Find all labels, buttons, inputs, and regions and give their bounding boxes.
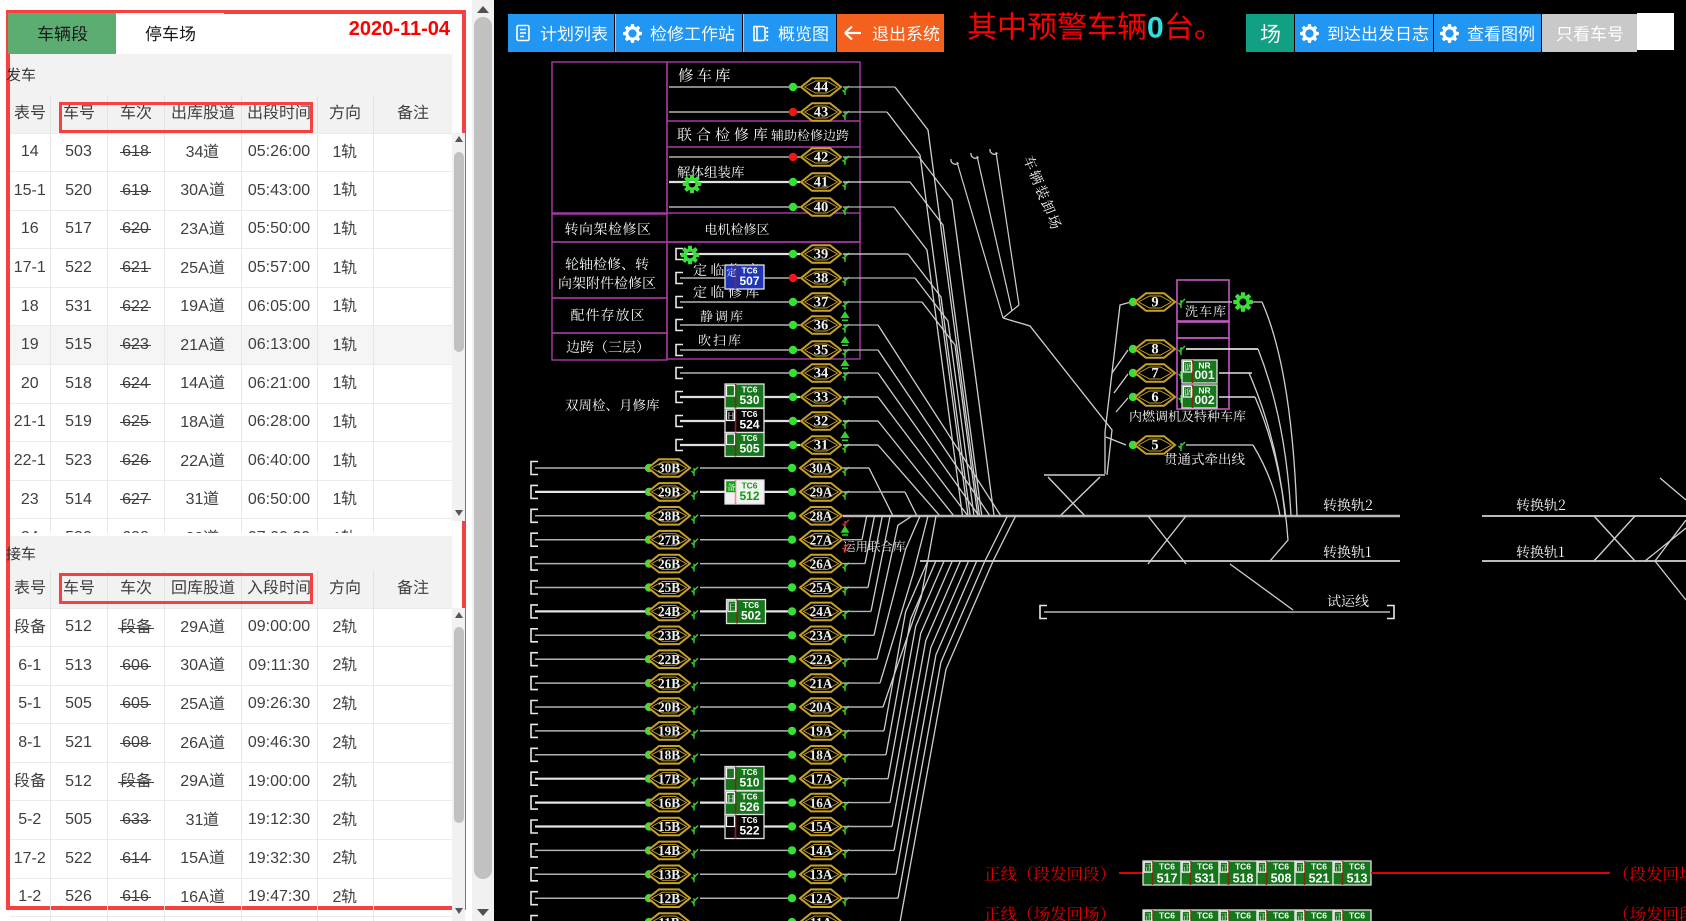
- svg-text:TC6: TC6: [1197, 862, 1213, 872]
- svg-text:28B: 28B: [658, 509, 680, 524]
- svg-text:TC6: TC6: [1159, 911, 1175, 921]
- svg-text:002: 002: [1194, 393, 1214, 407]
- svg-text:510: 510: [739, 776, 759, 790]
- svg-text:513: 513: [1347, 872, 1368, 886]
- svg-text:517: 517: [1157, 872, 1178, 886]
- svg-text:29A: 29A: [810, 485, 833, 500]
- svg-text:505: 505: [739, 442, 759, 456]
- svg-text:18A: 18A: [810, 748, 833, 763]
- svg-text:TC6: TC6: [1273, 911, 1289, 921]
- svg-text:20B: 20B: [658, 700, 680, 715]
- svg-text:43: 43: [814, 105, 829, 121]
- svg-text:21B: 21B: [658, 676, 680, 691]
- svg-text:18B: 18B: [658, 748, 680, 763]
- svg-text:19B: 19B: [658, 724, 680, 739]
- svg-text:512: 512: [739, 489, 759, 503]
- svg-text:15A: 15A: [810, 819, 833, 834]
- svg-text:522: 522: [739, 824, 759, 838]
- svg-text:27B: 27B: [658, 532, 680, 547]
- svg-text:526: 526: [739, 800, 759, 814]
- svg-text:37: 37: [814, 295, 829, 311]
- svg-text:7: 7: [1151, 366, 1158, 382]
- svg-text:507: 507: [739, 274, 759, 288]
- svg-text:26A: 26A: [810, 556, 833, 571]
- svg-text:14A: 14A: [810, 843, 833, 858]
- svg-text:12B: 12B: [658, 891, 680, 906]
- svg-text:TC6: TC6: [1311, 911, 1327, 921]
- svg-text:521: 521: [1309, 872, 1330, 886]
- svg-text:35: 35: [814, 343, 829, 359]
- svg-text:524: 524: [739, 418, 759, 432]
- svg-text:22B: 22B: [658, 652, 680, 667]
- svg-text:22A: 22A: [810, 652, 833, 667]
- svg-text:41: 41: [814, 175, 829, 191]
- svg-text:15B: 15B: [658, 819, 680, 834]
- svg-text:TC6: TC6: [1235, 911, 1251, 921]
- svg-text:29B: 29B: [658, 485, 680, 500]
- svg-text:21A: 21A: [810, 676, 833, 691]
- svg-text:17A: 17A: [810, 771, 833, 786]
- svg-text:13A: 13A: [810, 867, 833, 882]
- svg-text:TC6: TC6: [1349, 862, 1365, 872]
- svg-text:32: 32: [814, 414, 829, 430]
- svg-text:39: 39: [814, 247, 829, 263]
- svg-text:6: 6: [1151, 390, 1158, 406]
- svg-text:TC6: TC6: [1273, 862, 1289, 872]
- svg-text:44: 44: [814, 80, 829, 96]
- svg-text:24B: 24B: [658, 604, 680, 619]
- svg-text:42: 42: [814, 150, 829, 166]
- svg-text:31: 31: [814, 438, 829, 454]
- svg-text:30B: 30B: [658, 461, 680, 476]
- svg-text:30A: 30A: [810, 461, 833, 476]
- svg-text:TC6: TC6: [1311, 862, 1327, 872]
- svg-text:508: 508: [1271, 872, 1292, 886]
- svg-text:518: 518: [1233, 872, 1254, 886]
- svg-text:23B: 23B: [658, 628, 680, 643]
- svg-text:27A: 27A: [810, 532, 833, 547]
- svg-text:36: 36: [814, 318, 829, 334]
- svg-text:40: 40: [814, 200, 829, 216]
- svg-text:16A: 16A: [810, 795, 833, 810]
- svg-text:26B: 26B: [658, 556, 680, 571]
- svg-text:531: 531: [1195, 872, 1216, 886]
- svg-text:11A: 11A: [810, 915, 832, 921]
- svg-text:23A: 23A: [810, 628, 833, 643]
- svg-text:11B: 11B: [658, 915, 679, 921]
- svg-text:24A: 24A: [810, 604, 833, 619]
- svg-text:5: 5: [1151, 438, 1158, 454]
- svg-text:TC6: TC6: [1159, 862, 1175, 872]
- svg-text:12A: 12A: [810, 891, 833, 906]
- svg-text:TC6: TC6: [1349, 911, 1365, 921]
- svg-text:9: 9: [1151, 295, 1158, 311]
- svg-text:25B: 25B: [658, 580, 680, 595]
- svg-text:TC6: TC6: [1235, 862, 1251, 872]
- svg-text:33: 33: [814, 390, 829, 406]
- svg-text:17B: 17B: [658, 771, 680, 786]
- svg-text:TC6: TC6: [1197, 911, 1213, 921]
- svg-text:14B: 14B: [658, 843, 680, 858]
- svg-text:16B: 16B: [658, 795, 680, 810]
- svg-text:20A: 20A: [810, 700, 833, 715]
- svg-text:001: 001: [1194, 368, 1214, 382]
- svg-text:502: 502: [741, 609, 761, 623]
- svg-text:13B: 13B: [658, 867, 680, 882]
- svg-text:28A: 28A: [810, 509, 833, 524]
- svg-text:530: 530: [739, 393, 759, 407]
- svg-text:38: 38: [814, 271, 829, 287]
- svg-text:19A: 19A: [810, 724, 833, 739]
- svg-text:34: 34: [814, 366, 829, 382]
- svg-text:25A: 25A: [810, 580, 833, 595]
- svg-text:8: 8: [1151, 342, 1158, 358]
